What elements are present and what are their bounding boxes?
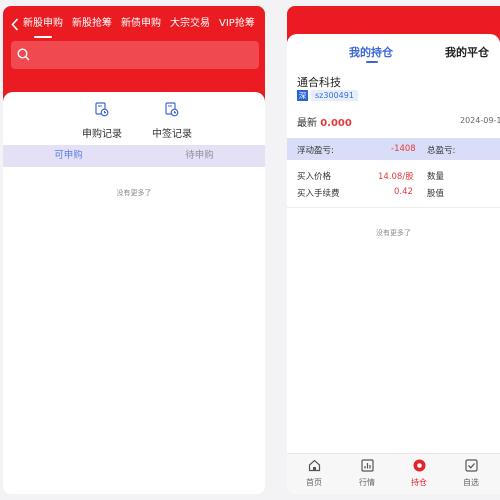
nav-watchlist-label: 自选 xyxy=(463,478,479,487)
tab-new-stock-subscribe[interactable]: 新股申购 xyxy=(23,12,63,38)
market-badge: 深 xyxy=(297,90,308,101)
latest-price: 最新 0.000 xyxy=(297,114,352,129)
nav-home[interactable]: 首页 xyxy=(294,459,334,488)
nav-market-label: 行情 xyxy=(359,478,375,487)
buy-price-value: 14.08/股 xyxy=(378,172,414,182)
tab-label: 新股申购 xyxy=(23,18,63,29)
floating-pnl-label: 浮动盈亏: xyxy=(297,146,334,156)
back-icon[interactable] xyxy=(7,17,23,31)
tab-vip-grab[interactable]: VIP抢筹 xyxy=(219,12,255,36)
nav-watchlist[interactable]: 自选 xyxy=(451,459,491,488)
tab-new-bond-subscribe[interactable]: 新债申购 xyxy=(121,12,161,36)
tab-my-closed-positions[interactable]: 我的平仓 xyxy=(445,44,489,60)
divider xyxy=(287,207,500,208)
stock-code: sz300491 xyxy=(311,90,358,101)
subscription-screen: 新股申购 新股抢筹 新债申购 大宗交易 VIP抢筹 申购记录 中签记录 可申购 … xyxy=(3,6,265,494)
subscription-sub-tabs: 可申购 待申购 xyxy=(3,145,265,167)
tab-my-positions[interactable]: 我的持仓 xyxy=(349,44,393,60)
latest-label: 最新 xyxy=(297,118,317,129)
tab-block-trade[interactable]: 大宗交易 xyxy=(170,12,210,36)
nav-home-label: 首页 xyxy=(306,478,322,487)
active-tab-indicator xyxy=(34,36,52,38)
winning-records-button[interactable]: 中签记录 xyxy=(152,102,192,140)
position-date: 2024-09-1 xyxy=(460,116,500,125)
chart-icon xyxy=(360,459,374,474)
nav-market[interactable]: 行情 xyxy=(347,459,387,488)
record-icon xyxy=(165,102,179,120)
tab-pending-subscribe[interactable]: 待申购 xyxy=(134,145,265,167)
floating-pnl-value: -1408 xyxy=(391,144,416,154)
latest-value: 0.000 xyxy=(320,118,352,129)
no-more-text: 没有更多了 xyxy=(376,229,411,237)
home-icon xyxy=(308,459,321,474)
active-tab-indicator xyxy=(366,61,378,63)
search-icon xyxy=(17,46,30,65)
search-input[interactable] xyxy=(11,41,259,69)
winning-records-label: 中签记录 xyxy=(152,129,192,140)
fee-label: 买入手续费 xyxy=(297,189,340,199)
subscription-records-label: 申购记录 xyxy=(82,129,122,140)
tab-available-subscribe[interactable]: 可申购 xyxy=(3,145,134,167)
content-card: 申购记录 中签记录 可申购 待申购 没有更多了 xyxy=(3,92,265,494)
quantity-label: 数量 xyxy=(427,172,445,182)
record-icon xyxy=(95,102,109,120)
position-icon xyxy=(413,459,426,474)
checkbox-icon xyxy=(464,459,478,474)
total-pnl-label: 总盈亏: xyxy=(427,146,456,156)
position-tabs: 我的持仓 我的平仓 xyxy=(287,34,500,66)
subscription-records-button[interactable]: 申购记录 xyxy=(82,102,122,140)
tab-new-stock-grab[interactable]: 新股抢筹 xyxy=(72,12,112,36)
buy-price-label: 买入价格 xyxy=(297,172,332,182)
positions-screen: 我的持仓 我的平仓 通合科技 深 sz300491 最新 0.000 2024-… xyxy=(287,6,500,494)
top-nav: 新股申购 新股抢筹 新债申购 大宗交易 VIP抢筹 xyxy=(3,12,265,38)
bottom-nav: 首页 行情 持仓 自选 xyxy=(287,453,500,494)
nav-positions[interactable]: 持仓 xyxy=(399,459,439,488)
stock-code-row: 深 sz300491 xyxy=(297,90,358,101)
stock-value-label: 股值 xyxy=(427,189,445,199)
nav-positions-label: 持仓 xyxy=(411,478,427,487)
no-more-text: 没有更多了 xyxy=(116,189,152,197)
stock-name: 通合科技 xyxy=(297,76,341,89)
fee-value: 0.42 xyxy=(394,187,413,197)
pnl-bar: 浮动盈亏: -1408 总盈亏: xyxy=(287,138,500,160)
